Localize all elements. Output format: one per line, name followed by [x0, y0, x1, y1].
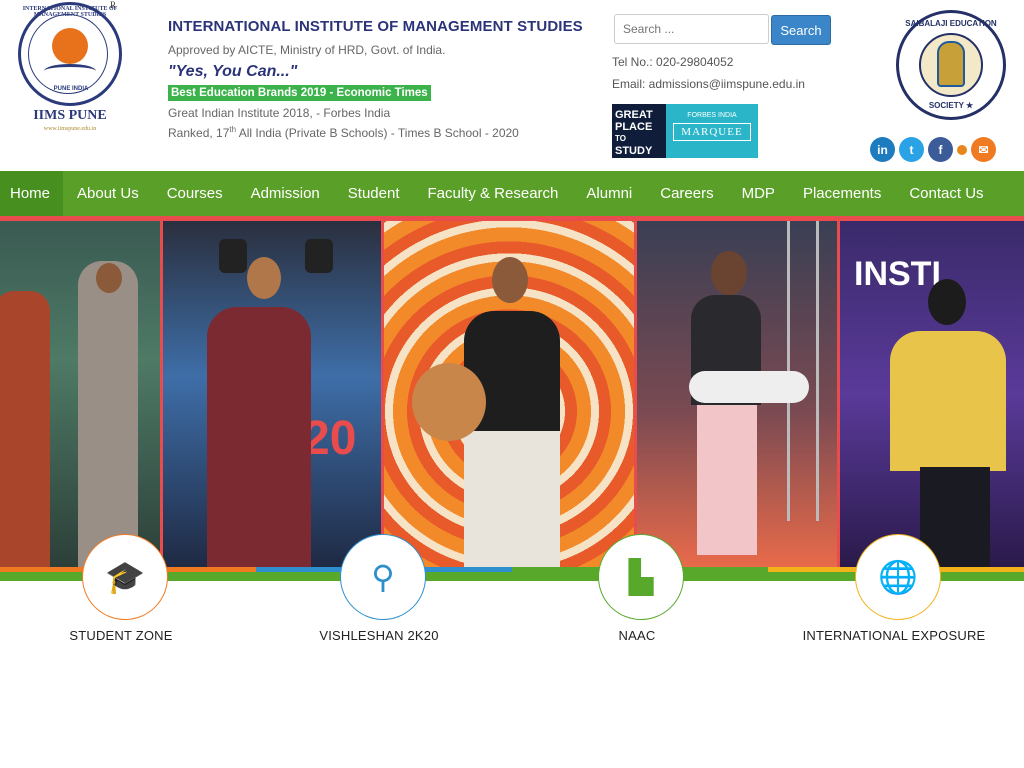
singer-figure-2 [78, 261, 138, 567]
search-button[interactable]: Search [771, 15, 831, 45]
gptw-block: GREAT PLACE TO STUDY [612, 104, 666, 158]
deity-icon [937, 41, 965, 87]
award-forbes: Great Indian Institute 2018, - Forbes In… [168, 106, 391, 120]
nav-student[interactable]: Student [334, 171, 414, 216]
instagram-icon[interactable] [957, 144, 967, 155]
book-icon [44, 64, 96, 78]
slogan: "Yes, You Can..." [168, 63, 298, 80]
nav-mdp[interactable]: MDP [728, 171, 789, 216]
forbes-text: FORBES INDIA [687, 112, 737, 119]
contact-info: Tel No.: 020-29804052 Email: admissions@… [612, 55, 805, 99]
bassist-pants [697, 405, 757, 555]
nav-faculty-research[interactable]: Faculty & Research [414, 171, 573, 216]
nav-courses[interactable]: Courses [153, 171, 237, 216]
ranking-prefix: Ranked, 17 [168, 126, 230, 140]
feature-label[interactable]: VISHLESHAN 2K20 [254, 628, 504, 643]
backdrop-text: 20 [303, 412, 357, 465]
gptw-line3: TO [615, 134, 626, 143]
nav-alumni[interactable]: Alumni [572, 171, 646, 216]
award-ranking: Ranked, 17th All India (Private B School… [168, 125, 588, 140]
backdrop-inst-text: INSTI [854, 255, 941, 293]
seal-top-text: SAIBALAJI EDUCATION [905, 19, 997, 28]
email-address[interactable]: Email: admissions@iimspune.edu.in [612, 77, 805, 91]
analysis-icon[interactable]: ⚲ [340, 534, 426, 620]
institute-info: INTERNATIONAL INSTITUTE OF MANAGEMENT ST… [168, 18, 588, 140]
iims-logo[interactable]: INTERNATIONAL INSTITUTE OF MANAGEMENT ST… [16, 0, 128, 134]
photo-panel-host: 20 [163, 221, 381, 567]
photo-panel-rapper: INSTI [840, 221, 1024, 567]
guitarist-dhoti [464, 431, 560, 567]
rapper-hoodie [890, 331, 1006, 471]
bassist-head [711, 251, 747, 295]
forbes-marquee-block: FORBES INDIA MARQUEE [666, 104, 758, 158]
feature-label[interactable]: INTERNATIONAL EXPOSURE [769, 628, 1019, 643]
registered-mark: R [110, 0, 117, 10]
gptw-line2: PLACE [615, 121, 653, 133]
feature-label[interactable]: STUDENT ZONE [0, 628, 246, 643]
approval-text: Approved by AICTE, Ministry of HRD, Govt… [168, 43, 446, 57]
facebook-icon[interactable]: f [928, 137, 953, 162]
search-input[interactable] [614, 14, 769, 44]
award-badge: Best Education Brands 2019 - Economic Ti… [168, 85, 431, 101]
logo-ring-text: INTERNATIONAL INSTITUTE OF MANAGEMENT ST… [22, 6, 118, 18]
logo-name: IIMS PUNE [33, 108, 107, 123]
singer-figure-1 [0, 291, 50, 567]
stage-light-1 [219, 239, 247, 273]
nav-careers[interactable]: Careers [646, 171, 727, 216]
email-icon[interactable]: ✉ [971, 137, 996, 162]
seal-bottom-text: SOCIETY ★ [928, 101, 974, 110]
host-head [247, 257, 281, 299]
feature-label[interactable]: NAAC [512, 628, 762, 643]
gptw-line4: STUDY [615, 145, 653, 157]
social-links: in t f ✉ [870, 137, 996, 162]
nav-contact-us[interactable]: Contact Us [895, 171, 997, 216]
rapper-head [928, 279, 966, 325]
stage-light-2 [305, 239, 333, 273]
photo-panel-bassist [637, 221, 837, 567]
guitar [412, 363, 486, 441]
hero-banner[interactable]: 20 INSTI [0, 221, 1024, 567]
saibalaji-seal[interactable]: SAIBALAJI EDUCATION SOCIETY ★ [896, 10, 1006, 120]
great-place-to-study-badge[interactable]: GREAT PLACE TO STUDY FORBES INDIA MARQUE… [612, 104, 758, 158]
nav-admission[interactable]: Admission [237, 171, 334, 216]
bass-guitar [689, 371, 809, 403]
nav-home[interactable]: Home [0, 171, 64, 216]
main-nav: Home About Us Courses Admission Student … [0, 171, 1024, 216]
twitter-icon[interactable]: t [899, 137, 924, 162]
linkedin-icon[interactable]: in [870, 137, 895, 162]
gear-icon [52, 28, 88, 64]
nav-placements[interactable]: Placements [789, 171, 895, 216]
logo-pune-text: PUNE INDIA [53, 86, 89, 92]
ranking-suffix: All India (Private B Schools) - Times B … [236, 126, 519, 140]
institute-name: INTERNATIONAL INSTITUTE OF MANAGEMENT ST… [168, 18, 583, 35]
guitarist-head [492, 257, 528, 303]
marquee-text: MARQUEE [673, 123, 751, 141]
singer-head-2 [96, 263, 122, 293]
logo-website: www.iimspune.edu.in [43, 126, 97, 132]
photo-panel-singers [0, 221, 160, 567]
nav-about-us[interactable]: About Us [63, 171, 153, 216]
page: INTERNATIONAL INSTITUTE OF MANAGEMENT ST… [0, 0, 1024, 768]
host-figure [207, 307, 311, 567]
globe-icon[interactable]: 🌐 [855, 534, 941, 620]
gptw-line1: GREAT [615, 109, 653, 121]
factory-icon[interactable]: ▙ [598, 534, 684, 620]
graduate-icon[interactable]: 🎓 [82, 534, 168, 620]
telephone: Tel No.: 020-29804052 [612, 55, 734, 69]
photo-panel-guitarist [384, 221, 634, 567]
